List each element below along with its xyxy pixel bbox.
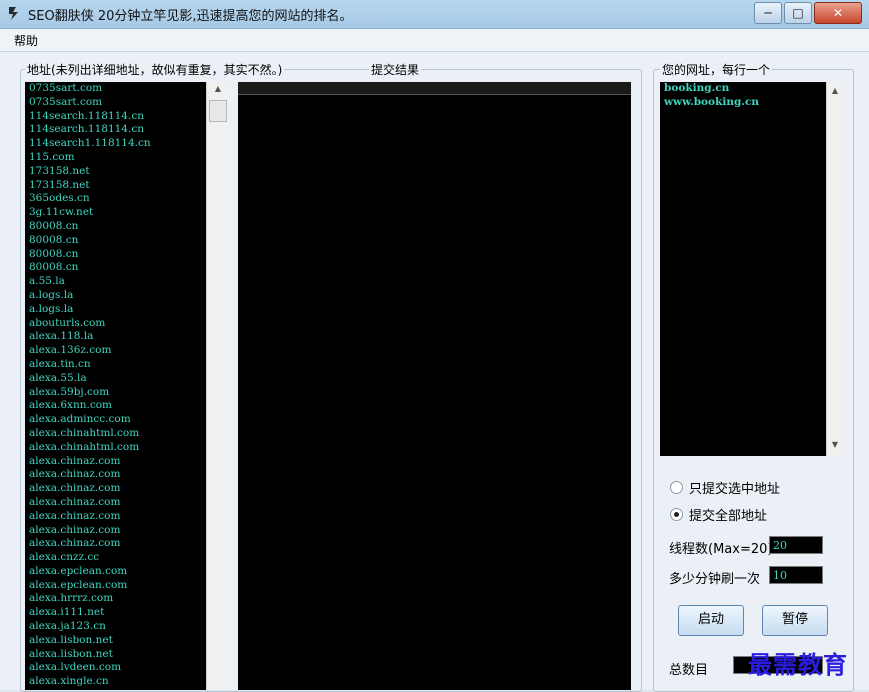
result-group-label: 提交结果 [369,61,422,78]
address-list-item[interactable]: alexa.tin.cn [25,358,206,372]
address-list-item[interactable]: 114search.118114.cn [25,110,206,124]
address-list-item[interactable]: alexa.i111.net [25,606,206,620]
radio-submit-all[interactable]: 提交全部地址 [670,505,767,524]
main-panel: 地址(未列出详细地址，故似有重复，其实不然。) 提交结果 0735sart.co… [0,52,869,692]
watermark-logo: 最需教育 [748,650,848,679]
interval-input[interactable]: 10 [769,566,823,584]
scroll-up-icon[interactable]: ▲ [827,86,843,100]
interval-label: 多少分钟刷一次 [669,572,761,587]
address-list-item[interactable]: alexa.136z.com [25,344,206,358]
address-list-item[interactable]: 173158.net [25,179,206,193]
minimize-button[interactable]: ─ [754,2,782,24]
address-list-item[interactable]: 80008.cn [25,234,206,248]
address-list-item[interactable]: 3g.11cw.net [25,206,206,220]
address-list-item[interactable]: alexa.epclean.com [25,579,206,593]
address-list-item[interactable]: alexa.chinaz.com [25,524,206,538]
address-list-item[interactable]: alexa.lvdeen.com [25,661,206,675]
address-list-item[interactable]: alexa.chinaz.com [25,510,206,524]
address-list-item[interactable]: alexa.chinaz.com [25,537,206,551]
title-bar: SEO翻肤侠 20分钟立竿见影,迅速提高您的网站的排名。 ─ □ ✕ [0,0,869,29]
pause-button[interactable]: 暂停 [762,605,828,636]
scroll-down-icon[interactable]: ▼ [827,440,843,454]
maximize-button[interactable]: □ [784,2,812,24]
site-list-item[interactable]: www.booking.cn [660,96,826,110]
thread-count-input[interactable]: 20 [769,536,823,554]
address-list-item[interactable]: alexa.118.la [25,330,206,344]
site-list-item[interactable]: booking.cn [660,82,826,96]
address-list-item[interactable]: 80008.cn [25,261,206,275]
thread-count-label: 线程数(Max=20) [669,542,773,557]
address-list-item[interactable]: alexa.chinaz.com [25,455,206,469]
radio-submit-selected[interactable]: 只提交选中地址 [670,478,780,497]
address-list-item[interactable]: alexa.ja123.cn [25,620,206,634]
address-group-label: 地址(未列出详细地址，故似有重复，其实不然。) [25,61,285,78]
address-list-item[interactable]: 114search1.118114.cn [25,137,206,151]
address-list-item[interactable]: alexa.lisbon.net [25,634,206,648]
address-list-item[interactable]: 173158.net [25,165,206,179]
app-icon [9,7,18,20]
scroll-thumb[interactable] [209,100,227,122]
total-count-label: 总数目 [669,663,709,678]
close-button[interactable]: ✕ [814,2,862,24]
address-list-item[interactable]: alexa.chinaz.com [25,496,206,510]
start-button[interactable]: 启动 [678,605,744,636]
site-textarea[interactable]: booking.cn www.booking.cn [660,82,826,456]
address-list-item[interactable]: alexa.chinahtml.com [25,427,206,441]
address-list-item[interactable]: alexa.chinahtml.com [25,441,206,455]
address-list-item[interactable]: alexa.admincc.com [25,413,206,427]
address-list-item[interactable]: 80008.cn [25,220,206,234]
menu-help[interactable]: 帮助 [14,32,38,49]
address-list-item[interactable]: 365odes.cn [25,192,206,206]
address-list-item[interactable]: abouturls.com [25,317,206,331]
address-list-item[interactable]: a.55.la [25,275,206,289]
address-list-item[interactable]: 115.com [25,151,206,165]
site-textarea-scrollbar[interactable]: ▲ ▼ [826,82,843,456]
address-list-item[interactable]: alexa.xingle.cn [25,675,206,689]
address-list-item[interactable]: alexa.59bj.com [25,386,206,400]
radio-icon[interactable] [670,481,683,494]
address-list-item[interactable]: alexa.cnzz.cc [25,551,206,565]
address-list-item[interactable]: alexa.55.la [25,372,206,386]
address-list-item[interactable]: alexa.lisbon.net [25,648,206,662]
address-list-scrollbar[interactable]: ▲ [206,82,229,690]
address-list-item[interactable]: alexa.chinaz.com [25,468,206,482]
address-list-item[interactable]: a.logs.la [25,303,206,317]
scroll-up-icon[interactable]: ▲ [207,84,229,98]
address-list[interactable]: 0735sart.com 0735sart.com 114search.118114… [25,82,206,690]
window-title: SEO翻肤侠 20分钟立竿见影,迅速提高您的网站的排名。 [28,9,353,24]
address-list-item[interactable]: alexa.hrrrz.com [25,592,206,606]
address-list-item[interactable]: 0735sart.com [25,82,206,96]
site-group-label: 您的网址，每行一个 [660,61,773,78]
address-list-item[interactable]: alexa.epclean.com [25,565,206,579]
address-list-item[interactable]: 80008.cn [25,248,206,262]
result-header-strip [238,82,631,95]
address-list-item[interactable]: alexa.6xnn.com [25,399,206,413]
address-list-item[interactable]: 0735sart.com [25,96,206,110]
result-output [238,82,631,690]
address-list-item[interactable]: a.logs.la [25,289,206,303]
menu-bar: 帮助 [0,29,869,52]
address-list-item[interactable]: 114search.118114.cn [25,123,206,137]
radio-checked-icon[interactable] [670,508,683,521]
address-list-item[interactable]: alexa.chinaz.com [25,482,206,496]
